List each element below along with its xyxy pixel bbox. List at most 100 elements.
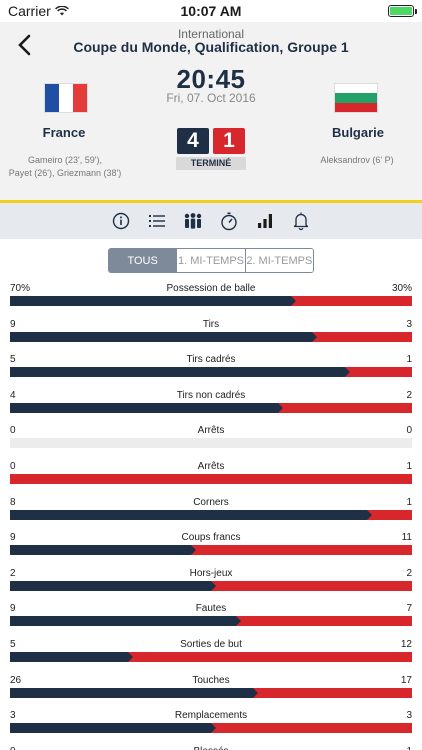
stat-labels: 26 Touches 17	[10, 674, 412, 687]
stat-bar-away	[253, 687, 412, 698]
stat-bar-home	[10, 331, 317, 342]
stat-row: 9 Coups francs 11	[0, 531, 422, 567]
tab-timeline[interactable]	[146, 210, 168, 232]
bulgaria-flag-icon	[334, 83, 378, 113]
stat-row: 5 Tirs cadrés 1	[0, 353, 422, 389]
home-scorer-line: Gameiro (23', 59'),	[28, 155, 102, 165]
stat-comparison-bar	[10, 473, 412, 484]
period-segmented-control: TOUS 1. MI-TEMPS 2. MI-TEMPS	[108, 248, 314, 273]
status-bar: Carrier 10:07 AM	[0, 0, 422, 22]
stat-row: 3 Remplacements 3	[0, 709, 422, 745]
stat-labels: 70% Possession de balle 30%	[10, 282, 412, 295]
stat-bar-home	[10, 723, 216, 734]
stat-row: 0Blessés1	[0, 745, 422, 750]
battery-icon	[388, 5, 417, 17]
stat-bar-away	[128, 651, 412, 662]
stat-bar-away	[10, 473, 412, 484]
stat-comparison-bar	[10, 651, 412, 662]
stat-name: Hors-jeux	[189, 567, 233, 579]
stat-bar-away	[344, 367, 412, 378]
away-score: 1	[213, 128, 245, 154]
tab-info[interactable]	[110, 210, 132, 232]
match-header: International Coupe du Monde, Qualificat…	[0, 22, 422, 200]
stat-bar-home	[10, 687, 259, 698]
stat-labels: 5 Tirs cadrés 1	[10, 353, 412, 366]
stat-bar-home	[10, 296, 297, 306]
stat-bar-away	[211, 580, 412, 591]
stat-bar-home	[10, 402, 284, 413]
stat-comparison-bar	[10, 616, 412, 627]
stat-bar-away	[311, 331, 412, 342]
stat-bar-away	[291, 296, 412, 306]
stat-labels: 9 Coups francs 11	[10, 531, 412, 544]
stat-name: Sorties de but	[180, 638, 242, 650]
stat-row: 0 Arrêts 1	[0, 460, 422, 496]
stat-comparison-bar	[10, 580, 412, 591]
stat-labels: 0Blessés1	[10, 745, 412, 750]
stat-labels: 8 Corners 1	[10, 496, 412, 509]
detail-tab-bar	[0, 203, 422, 239]
stat-row: 26 Touches 17	[0, 674, 422, 710]
segment-first-half[interactable]: 1. MI-TEMPS	[177, 249, 246, 272]
stat-bar-home	[10, 367, 350, 378]
stat-name: Arrêts	[197, 460, 225, 472]
stat-bar-away	[236, 616, 412, 627]
stat-row: 2 Hors-jeux 2	[0, 567, 422, 603]
france-flag-icon	[44, 83, 88, 113]
stat-bar-away	[190, 545, 412, 556]
stat-comparison-bar	[10, 402, 412, 413]
stat-name: Fautes	[195, 603, 227, 615]
stat-row: 0 Arrêts 0	[0, 424, 422, 460]
tab-live-ticker[interactable]	[218, 210, 240, 232]
stat-comparison-bar	[10, 723, 412, 734]
segment-all[interactable]: TOUS	[109, 249, 178, 272]
stat-row: 9 Tirs 3	[0, 318, 422, 354]
stat-bar-home	[10, 509, 373, 520]
tab-alerts[interactable]	[290, 210, 312, 232]
stat-bar-away	[211, 723, 412, 734]
match-status-badge: TERMINÉ	[176, 157, 246, 170]
stats-icon	[258, 214, 272, 228]
stat-comparison-bar	[10, 687, 412, 698]
scoreboard: 4 1 TERMINÉ	[176, 128, 246, 170]
stat-name: Arrêts	[197, 425, 225, 437]
lineup-icon	[184, 213, 202, 229]
stat-bar-home	[10, 580, 216, 591]
stat-labels: 0 Arrêts 0	[10, 424, 412, 437]
home-team-name[interactable]: France	[4, 125, 124, 140]
stat-labels: 9 Fautes 7	[10, 602, 412, 615]
stat-row: 9 Fautes 7	[0, 602, 422, 638]
stat-labels: 5 Sorties de but 12	[10, 638, 412, 651]
stat-bar-home	[10, 616, 242, 627]
stat-labels: 0 Arrêts 1	[10, 460, 412, 473]
stat-name: Tirs	[202, 318, 220, 330]
stat-row: 5 Sorties de but 12	[0, 638, 422, 674]
stat-name: Blessés	[10, 746, 412, 750]
stat-comparison-bar	[10, 438, 412, 449]
competition-title: Coupe du Monde, Qualification, Groupe 1	[73, 39, 349, 55]
stat-name: Tirs non cadrés	[176, 389, 246, 401]
statistics-list: 70% Possession de balle 30% 9 Tirs 3 5 Tirs cad…	[0, 282, 422, 750]
stat-name: Remplacements	[174, 710, 248, 722]
segment-second-half[interactable]: 2. MI-TEMPS	[245, 249, 313, 272]
stat-bar-away	[367, 509, 412, 520]
stat-name: Possession de balle	[166, 283, 256, 294]
list-icon	[149, 215, 165, 227]
stat-row: 70% Possession de balle 30%	[0, 282, 422, 318]
stat-bar-home	[10, 651, 134, 662]
info-icon	[112, 212, 130, 230]
stat-labels: 9 Tirs 3	[10, 318, 412, 331]
stat-comparison-bar	[10, 509, 412, 520]
stat-comparison-bar	[10, 367, 412, 378]
home-scorers: Gameiro (23', 59'), Payet (26'), Griezma…	[0, 154, 130, 180]
away-team-name[interactable]: Bulgarie	[298, 125, 418, 140]
away-scorers: Aleksandrov (6' P)	[292, 154, 422, 167]
stopwatch-icon	[221, 212, 237, 231]
status-time: 10:07 AM	[180, 3, 242, 19]
stat-bar-away	[278, 402, 412, 413]
tab-lineups[interactable]	[182, 210, 204, 232]
tab-statistics[interactable]	[254, 210, 276, 232]
away-scorer-line: Aleksandrov (6' P)	[320, 155, 394, 165]
home-scorer-line: Payet (26'), Griezmann (38')	[8, 168, 122, 178]
stat-comparison-bar	[10, 331, 412, 342]
